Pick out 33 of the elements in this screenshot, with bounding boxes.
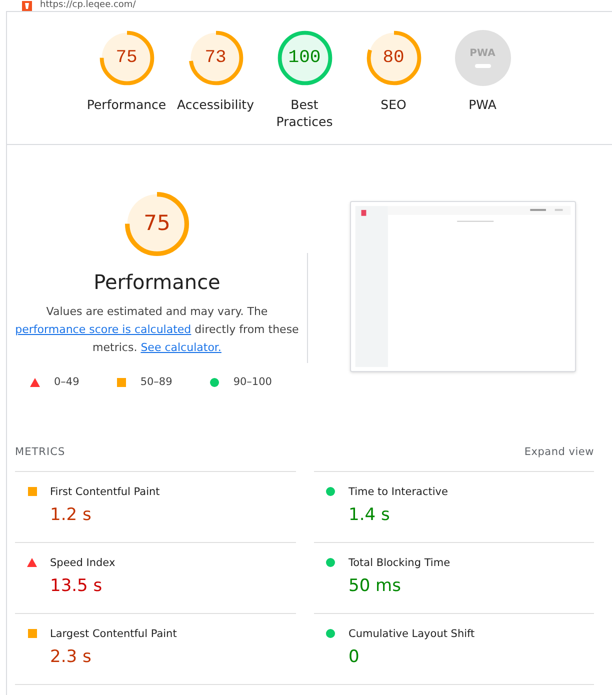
metric-label: Speed Index: [50, 556, 116, 570]
legend-range: 50–89: [140, 375, 172, 390]
metric-label: Largest Contentful Paint: [50, 628, 177, 640]
section-title: Performance: [94, 269, 220, 296]
metric-value: 2.3 s: [50, 646, 92, 668]
metric-label: First Contentful Paint: [50, 486, 160, 498]
expand-view-button[interactable]: Expand view: [524, 444, 594, 460]
score-description: Values are estimated and may vary. The performance score is calculated directly from these metrics. See calculator.: [14, 304, 300, 356]
metric-value: 0: [348, 646, 360, 668]
metric-value: 1.4 s: [348, 504, 391, 526]
category-label: Accessibility: [177, 96, 254, 113]
docs-link[interactable]: See calculator.: [140, 341, 222, 354]
metric-label: Total Blocking Time: [348, 556, 450, 570]
category-label: SEO: [380, 96, 406, 113]
docs-link[interactable]: performance score is calculated: [15, 323, 192, 336]
metric-value: 50 ms: [348, 574, 402, 598]
pwa-label: PWA: [470, 48, 496, 58]
metric-value: 13.5 s: [50, 574, 104, 598]
legend-range: 90–100: [233, 375, 272, 390]
metric-label: Time to Interactive: [348, 486, 448, 498]
category-label: Performance: [86, 96, 166, 113]
score-value: 75: [144, 210, 170, 238]
category-label: Best Practices: [275, 96, 334, 130]
score-value: 75: [116, 46, 138, 70]
page-url: https://cp.leqee.com/: [40, 1, 136, 10]
legend-range: 0–49: [54, 375, 80, 390]
score-value: 73: [204, 46, 226, 70]
score-value: 80: [382, 46, 404, 70]
metric-value: 1.2 s: [50, 504, 92, 526]
score-value: 100: [288, 46, 321, 70]
section-heading: METRICS: [15, 444, 66, 460]
metric-label: Cumulative Layout Shift: [348, 628, 475, 640]
category-label: PWA: [468, 96, 496, 113]
